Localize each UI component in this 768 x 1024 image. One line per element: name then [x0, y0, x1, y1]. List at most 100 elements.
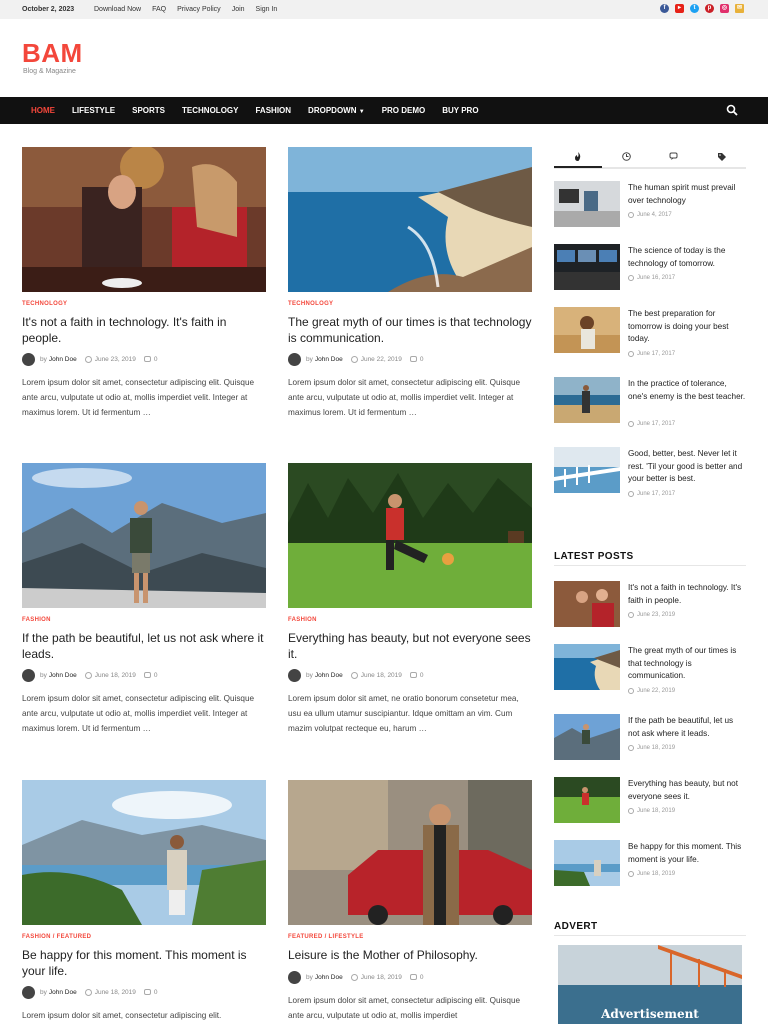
sidebar-latest-item[interactable]: Everything has beauty, but not everyone … [554, 777, 746, 837]
author-name[interactable]: John Doe [49, 356, 77, 363]
post-thumbnail[interactable] [288, 463, 532, 608]
twitter-icon[interactable]: t [690, 4, 699, 13]
sidebar-post-title[interactable]: It's not a faith in technology. It's fai… [628, 582, 746, 607]
sidebar-post-title[interactable]: The best preparation for tomorrow is doi… [628, 308, 746, 346]
nav-item-fashion[interactable]: FASHION [255, 106, 291, 115]
author-avatar [22, 985, 35, 999]
post-thumbnail[interactable] [288, 780, 532, 925]
sidebar-thumbnail[interactable] [554, 644, 620, 690]
post-card: FASHION If the path be beautiful, let us… [22, 463, 266, 736]
sidebar-thumbnail[interactable] [554, 307, 620, 353]
sidebar-post-title[interactable]: In the practice of tolerance, one's enem… [628, 378, 746, 403]
comment-count[interactable]: 0 [154, 989, 158, 996]
sidebar-latest-item[interactable]: If the path be beautiful, let us not ask… [554, 714, 746, 774]
search-icon[interactable] [726, 104, 738, 116]
sidebar-post-title[interactable]: Everything has beauty, but not everyone … [628, 778, 746, 803]
sidebar-latest-item[interactable]: It's not a faith in technology. It's fai… [554, 581, 746, 641]
tab-recent[interactable] [602, 152, 650, 168]
post-category[interactable]: FEATURED / LIFESTYLE [288, 934, 532, 942]
nav-item-home[interactable]: HOME [31, 106, 55, 115]
sidebar-thumbnail[interactable] [554, 581, 620, 627]
current-date: October 2, 2023 [22, 6, 75, 13]
tab-popular[interactable] [554, 152, 602, 168]
post-category[interactable]: FASHION [288, 617, 532, 625]
email-icon[interactable]: ✉ [735, 4, 744, 13]
sidebar-post-title[interactable]: The great myth of our times is that tech… [628, 645, 746, 683]
sidebar-thumbnail[interactable] [554, 714, 620, 760]
sidebar-popular-item[interactable]: The human spirit must prevail over techn… [554, 181, 746, 241]
post-thumbnail[interactable] [22, 780, 266, 925]
comment-count[interactable]: 0 [420, 974, 424, 981]
date-text: June 17, 2017 [637, 421, 676, 427]
post-category[interactable]: TECHNOLOGY [288, 301, 532, 309]
author-name[interactable]: John Doe [49, 672, 77, 679]
sidebar-popular-item[interactable]: The science of today is the technology o… [554, 244, 746, 304]
sidebar-post-date: June 17, 2017 [628, 351, 675, 357]
sidebar-thumbnail[interactable] [554, 777, 620, 823]
sidebar-post-title[interactable]: If the path be beautiful, let us not ask… [628, 715, 746, 740]
tab-comments[interactable] [650, 152, 698, 168]
clock-icon [628, 351, 634, 357]
nav-item-buy-pro[interactable]: BUY PRO [442, 106, 478, 115]
post-category[interactable]: TECHNOLOGY [22, 301, 266, 309]
top-link-join[interactable]: Join [232, 6, 245, 13]
facebook-icon[interactable]: f [660, 4, 669, 13]
advertisement-banner[interactable]: Advertisement [558, 945, 742, 1024]
nav-item-lifestyle[interactable]: LIFESTYLE [72, 106, 115, 115]
nav-item-sports[interactable]: SPORTS [132, 106, 165, 115]
post-title[interactable]: It's not a faith in technology. It's fai… [22, 314, 266, 347]
top-link-faq[interactable]: FAQ [152, 6, 166, 13]
sidebar-thumbnail[interactable] [554, 840, 620, 886]
post-category[interactable]: FASHION [22, 617, 266, 625]
sidebar-latest-item[interactable]: The great myth of our times is that tech… [554, 644, 746, 704]
sidebar-popular-item[interactable]: The best preparation for tomorrow is doi… [554, 307, 746, 367]
post-thumbnail[interactable] [288, 147, 532, 292]
tab-tags[interactable] [698, 152, 746, 168]
date-text: June 23, 2019 [637, 612, 676, 618]
post-title[interactable]: The great myth of our times is that tech… [288, 314, 532, 347]
comment-count[interactable]: 0 [420, 356, 424, 363]
sidebar-popular-item[interactable]: In the practice of tolerance, one's enem… [554, 377, 746, 437]
author-name[interactable]: John Doe [315, 974, 343, 981]
sidebar-thumbnail[interactable] [554, 377, 620, 423]
nav-item-dropdown[interactable]: DROPDOWN ▼ [308, 106, 365, 115]
clock-icon [621, 152, 631, 161]
clock-icon [84, 671, 92, 679]
post-date: June 18, 2019 [360, 671, 402, 679]
nav-item-technology[interactable]: TECHNOLOGY [182, 106, 238, 115]
post-title[interactable]: If the path be beautiful, let us not ask… [22, 630, 266, 663]
author-name[interactable]: John Doe [49, 989, 77, 996]
author-avatar [288, 668, 301, 682]
pinterest-icon[interactable]: p [705, 4, 714, 13]
comment-count[interactable]: 0 [154, 356, 158, 363]
date-text: June 18, 2019 [637, 745, 676, 751]
post-thumbnail[interactable] [22, 463, 266, 608]
youtube-icon[interactable]: ▸ [675, 4, 684, 13]
post-category[interactable]: FASHION / FEATURED [22, 934, 266, 942]
sidebar-latest-item[interactable]: Be happy for this moment. This moment is… [554, 840, 746, 900]
post-title[interactable]: Be happy for this moment. This moment is… [22, 947, 266, 980]
instagram-icon[interactable]: ◎ [720, 4, 729, 13]
author-name[interactable]: John Doe [315, 356, 343, 363]
sidebar-post-title[interactable]: Be happy for this moment. This moment is… [628, 841, 746, 866]
sidebar-thumbnail[interactable] [554, 244, 620, 290]
author-name[interactable]: John Doe [315, 672, 343, 679]
comment-count[interactable]: 0 [154, 672, 158, 679]
sidebar-popular-item[interactable]: Good, better, best. Never let it rest. '… [554, 447, 746, 507]
post-thumbnail[interactable] [22, 147, 266, 292]
post-title[interactable]: Everything has beauty, but not everyone … [288, 630, 532, 663]
top-link-download[interactable]: Download Now [94, 6, 141, 13]
top-link-privacy[interactable]: Privacy Policy [177, 6, 221, 13]
advert-text: Advertisement [601, 1007, 699, 1021]
nav-item-pro-demo[interactable]: PRO DEMO [382, 106, 426, 115]
sidebar-thumbnail[interactable] [554, 181, 620, 227]
sidebar-thumbnail[interactable] [554, 447, 620, 493]
sidebar-post-title[interactable]: The science of today is the technology o… [628, 245, 746, 270]
sidebar-post-title[interactable]: The human spirit must prevail over techn… [628, 182, 746, 207]
post-meta: by John Doe June 18, 2019 0 [22, 985, 266, 999]
top-link-signin[interactable]: Sign In [256, 6, 278, 13]
sidebar-post-title[interactable]: Good, better, best. Never let it rest. '… [628, 448, 746, 486]
comment-count[interactable]: 0 [420, 672, 424, 679]
comment-icon [409, 672, 417, 678]
site-logo[interactable]: BAM [22, 38, 83, 69]
